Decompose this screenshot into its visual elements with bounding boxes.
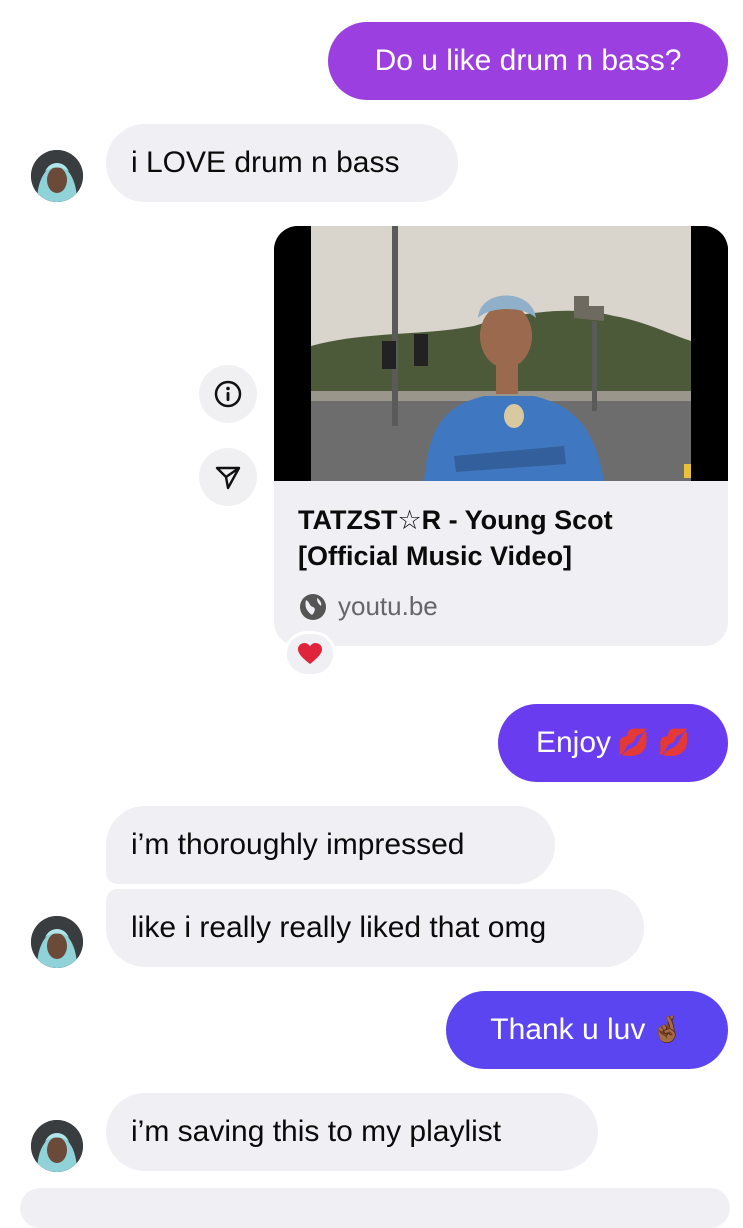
- video-thumbnail[interactable]: [274, 226, 728, 481]
- globe-icon: [300, 593, 326, 620]
- message-text: like i really really liked that omg: [131, 911, 547, 944]
- link-title: TATZST☆R - Young Scot [Official Music Vi…: [298, 505, 613, 571]
- message-text: Do u like drum n bass?: [374, 44, 682, 77]
- share-send-icon: [215, 466, 241, 490]
- message-bubble-incoming[interactable]: i LOVE drum n bass: [106, 124, 458, 202]
- message-bubble-outgoing[interactable]: Do u like drum n bass?: [328, 22, 728, 100]
- message-bubble-partial: [20, 1188, 730, 1228]
- heart-icon: [298, 643, 322, 664]
- info-icon: [214, 380, 242, 408]
- share-button[interactable]: [199, 448, 257, 506]
- message-text: i’m thoroughly impressed: [131, 828, 465, 861]
- crossed-fingers-emoji: 🤞🏾: [651, 1015, 684, 1045]
- avatar[interactable]: [31, 1120, 83, 1172]
- link-preview-card[interactable]: TATZST☆R - Young Scot [Official Music Vi…: [274, 226, 728, 646]
- message-bubble-incoming[interactable]: i’m thoroughly impressed: [106, 806, 555, 884]
- message-bubble-incoming[interactable]: like i really really liked that omg: [106, 889, 644, 967]
- reaction-badge[interactable]: [284, 631, 336, 677]
- avatar[interactable]: [31, 916, 83, 968]
- kiss-emoji: 💋 💋: [617, 728, 691, 758]
- info-button[interactable]: [199, 365, 257, 423]
- message-bubble-outgoing[interactable]: Enjoy 💋 💋: [498, 704, 728, 782]
- link-domain: youtu.be: [298, 591, 438, 622]
- message-text: Enjoy: [535, 726, 612, 759]
- avatar[interactable]: [31, 150, 83, 202]
- message-bubble-incoming[interactable]: i’m saving this to my playlist: [106, 1093, 598, 1171]
- message-text: Thank u luv: [490, 1013, 646, 1046]
- link-domain-text: youtu.be: [338, 591, 438, 621]
- message-text: i LOVE drum n bass: [131, 146, 400, 179]
- message-text: i’m saving this to my playlist: [131, 1115, 502, 1148]
- message-bubble-outgoing[interactable]: Thank u luv 🤞🏾: [446, 991, 728, 1069]
